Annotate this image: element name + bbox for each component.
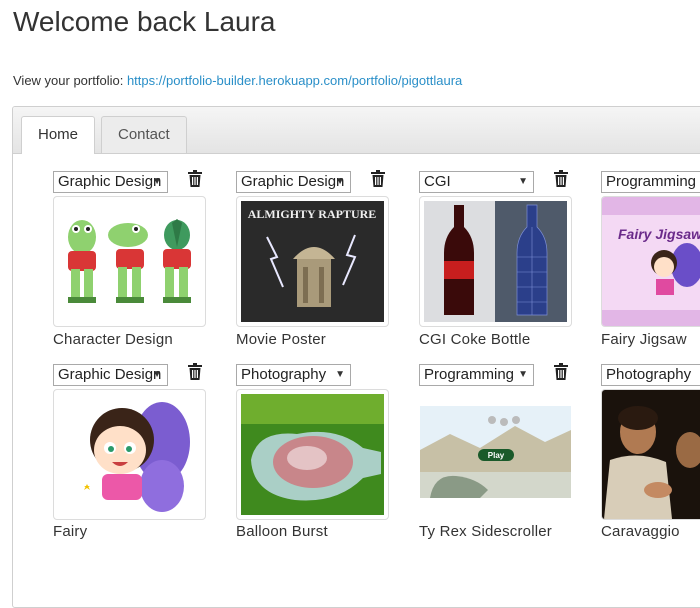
fairy-face [94, 426, 146, 474]
chevron-down-icon: ▼ [518, 369, 528, 380]
category-select[interactable]: Graphic Design ▼ [53, 364, 168, 386]
trash-icon[interactable] [188, 363, 202, 380]
fairy-dress [102, 474, 142, 500]
jigsaw-title: Fairy Jigsaw [618, 226, 700, 242]
portfolio-thumbnail[interactable] [53, 389, 206, 520]
chevron-down-icon: ▼ [152, 369, 162, 380]
portfolio-thumbnail[interactable]: Fairy Jigsaw [601, 196, 700, 327]
category-select[interactable]: CGI ▼ [419, 171, 534, 193]
chevron-down-icon: ▼ [518, 176, 528, 187]
dinosaur-side [108, 223, 148, 303]
category-select[interactable]: Photography▼ [601, 364, 700, 386]
item-title: Ty Rex Sidescroller [419, 523, 553, 540]
category-select-value: Graphic Design [58, 366, 162, 383]
item-title: Movie Poster [236, 331, 326, 348]
portfolio-thumbnail[interactable] [419, 196, 572, 327]
category-select-value: Photography [606, 366, 692, 383]
category-select[interactable]: Graphic Design ▼ [53, 171, 168, 193]
chevron-down-icon: ▼ [152, 176, 162, 187]
item-title: Caravaggio [601, 523, 680, 540]
category-select-value: Programming [424, 366, 515, 383]
page-title: Welcome back Laura [13, 6, 276, 37]
trash-icon[interactable] [554, 170, 568, 187]
portfolio-label: View your portfolio: [13, 73, 124, 88]
temple [297, 257, 331, 307]
category-select-value: CGI [424, 173, 451, 190]
item-title: CGI Coke Bottle [419, 331, 531, 348]
poster-title: ALMIGHTY RAPTURE [248, 207, 377, 221]
category-select[interactable]: Graphic Design ▼ [236, 171, 351, 193]
portfolio-thumbnail[interactable] [236, 389, 389, 520]
category-select-value: Photography [241, 366, 327, 383]
tab-bar: Home Contact [13, 107, 700, 154]
category-select[interactable]: Programming▼ [601, 171, 700, 193]
category-select-value: Programming [606, 173, 697, 190]
tab-home[interactable]: Home [21, 116, 96, 154]
portfolio-thumbnail[interactable]: ALMIGHTY RAPTURE [236, 196, 389, 327]
tab-contact[interactable]: Contact [101, 116, 187, 153]
portfolio-link[interactable]: https://portfolio-builder.herokuapp.com/… [127, 73, 462, 88]
chevron-down-icon: ▼ [335, 176, 345, 187]
category-select[interactable]: Photography ▼ [236, 364, 351, 386]
trash-icon[interactable] [554, 363, 568, 380]
chevron-down-icon: ▼ [335, 369, 345, 380]
item-title: Balloon Burst [236, 523, 328, 540]
trash-icon[interactable] [188, 170, 202, 187]
portfolio-thumbnail[interactable] [601, 389, 700, 520]
portfolio-thumbnail[interactable] [53, 196, 206, 327]
dinosaur-front [68, 220, 96, 303]
category-select-value: Graphic Design [58, 173, 162, 190]
category-select[interactable]: Programming▼ [419, 364, 534, 386]
portfolio-thumbnail[interactable]: Play [419, 389, 572, 520]
play-button-label: Play [488, 451, 505, 460]
item-title: Fairy Jigsaw [601, 331, 687, 348]
item-title: Fairy [53, 523, 88, 540]
star-wand [84, 484, 90, 490]
category-select-value: Graphic Design [241, 173, 345, 190]
trash-icon[interactable] [371, 170, 385, 187]
dinosaur-back [163, 219, 191, 303]
portfolio-line: View your portfolio: https://portfolio-b… [13, 73, 462, 88]
item-title: Character Design [53, 331, 173, 348]
